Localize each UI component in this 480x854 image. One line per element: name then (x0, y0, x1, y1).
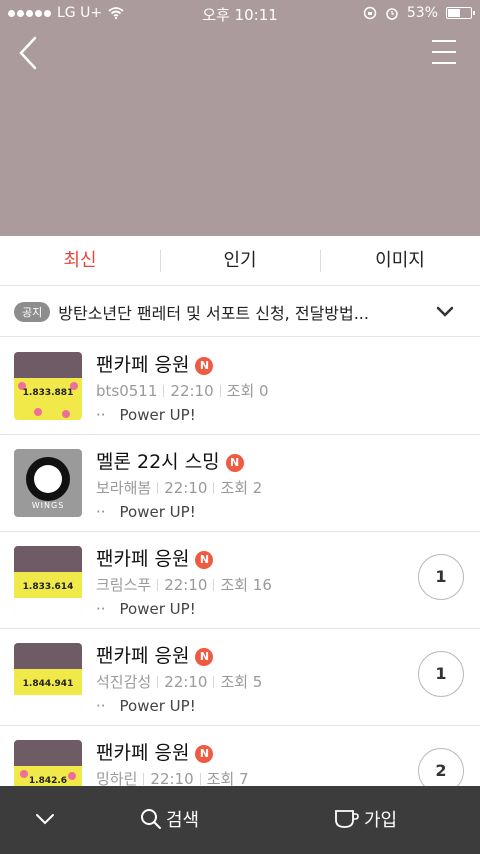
new-badge: N (225, 454, 244, 472)
tab-latest[interactable]: 최신 (0, 236, 160, 285)
post-snippet: ·· Power UP! (96, 697, 196, 715)
new-badge: N (195, 357, 214, 375)
post-views: 조회 16 (220, 576, 272, 594)
chevron-down-icon[interactable] (34, 812, 56, 826)
post-views: 조회 0 (226, 382, 269, 400)
post-time: 22:10 (164, 479, 208, 497)
thumbnail-count: 1.842.6 (28, 776, 68, 786)
notice-text: 방탄소년단 팬레터 및 서포트 신청, 전달방법... (58, 303, 369, 323)
tab-divider (160, 250, 161, 272)
post-author: 석진감성 (96, 673, 152, 691)
post-title: 팬카페 응원 N (96, 350, 214, 377)
thumbnail-count: 1.833.881 (22, 388, 74, 398)
post-views: 조회 7 (206, 770, 249, 786)
post-snippet: ·· Power UP! (96, 503, 196, 521)
status-right: 53% (363, 5, 475, 21)
battery-icon (446, 7, 475, 19)
post-meta: 석진감성 22:10 조회 5 (96, 671, 262, 692)
cup-icon (335, 810, 359, 828)
menu-button[interactable] (432, 40, 458, 66)
post-time: 22:10 (164, 576, 208, 594)
search-button[interactable]: 검색 (140, 806, 199, 832)
join-label: 가입 (364, 810, 398, 831)
post-title: 팬카페 응원 N (96, 641, 214, 668)
chevron-down-icon[interactable] (436, 305, 454, 319)
post-title: 팬카페 응원 N (96, 544, 214, 571)
post-views: 조회 5 (220, 673, 263, 691)
post-time: 22:10 (170, 382, 214, 400)
post-meta: 밍하린 22:10 조회 7 (96, 768, 249, 786)
back-button[interactable] (18, 36, 48, 72)
list-item[interactable]: 1.842.6 팬카페 응원 N 밍하린 22:10 조회 7 2 (0, 726, 480, 786)
post-thumbnail: 1.842.6 (14, 740, 82, 786)
post-author: 밍하린 (96, 770, 138, 786)
post-title: 팬카페 응원 N (96, 738, 214, 765)
post-views: 조회 2 (220, 479, 263, 497)
tab-images[interactable]: 이미지 (320, 236, 480, 285)
cafe-header: LG U+ 오후 10:11 53% (0, 0, 480, 236)
post-meta: 크림스푸 22:10 조회 16 (96, 574, 272, 595)
comment-count-button[interactable]: 1 (418, 554, 464, 600)
status-bar: LG U+ 오후 10:11 53% (0, 0, 480, 28)
battery-percent: 53% (406, 5, 438, 21)
search-label: 검색 (166, 810, 200, 831)
post-meta: 보라해봄 22:10 조회 2 (96, 477, 262, 498)
hamburger-icon (432, 40, 458, 64)
post-author: 크림스푸 (96, 576, 152, 594)
post-time: 22:10 (164, 673, 208, 691)
post-thumbnail: WINGS (14, 449, 82, 517)
post-title: 멜론 22시 스밍 N (96, 447, 244, 474)
notice-badge: 공지 (14, 301, 51, 322)
thumbnail-count: 1.833.614 (22, 582, 74, 592)
post-author: bts0511 (96, 382, 158, 400)
search-icon (141, 809, 161, 829)
tab-popular[interactable]: 인기 (160, 236, 320, 285)
list-item[interactable]: WINGS 멜론 22시 스밍 N 보라해봄 22:10 조회 2 ·· Power U… (0, 435, 480, 532)
comment-count-button[interactable]: 2 (418, 748, 464, 786)
post-thumbnail: 1.833.614 (14, 546, 82, 614)
join-button[interactable]: 가입 (334, 806, 397, 832)
new-badge: N (195, 648, 214, 666)
tab-bar: 최신 인기 이미지 (0, 236, 480, 286)
post-thumbnail: 1.844.941 (14, 643, 82, 711)
tab-divider (320, 250, 321, 272)
notice-row[interactable]: 공지 방탄소년단 팬레터 및 서포트 신청, 전달방법... (0, 287, 480, 337)
post-snippet: ·· Power UP! (96, 600, 196, 618)
post-meta: bts0511 22:10 조회 0 (96, 380, 269, 401)
post-time: 22:10 (150, 770, 194, 786)
post-snippet: ·· Power UP! (96, 406, 196, 424)
rotation-lock-icon (363, 6, 377, 20)
list-item[interactable]: 1.844.941 팬카페 응원 N 석진감성 22:10 조회 5 ·· Power … (0, 629, 480, 726)
new-badge: N (195, 745, 214, 763)
new-badge: N (195, 551, 214, 569)
thumbnail-count: 1.844.941 (22, 679, 74, 689)
post-author: 보라해봄 (96, 479, 152, 497)
post-thumbnail: 1.833.881 (14, 352, 82, 420)
bottom-toolbar: 검색 가입 (0, 786, 480, 854)
alarm-icon (386, 8, 398, 20)
chevron-left-icon (19, 36, 37, 70)
comment-count-button[interactable]: 1 (418, 651, 464, 697)
thumbnail-text: WINGS (31, 501, 65, 510)
list-item[interactable]: 1.833.614 팬카페 응원 N 크림스푸 22:10 조회 16 ·· Power… (0, 532, 480, 629)
list-item[interactable]: 1.833.881 팬카페 응원 N bts0511 22:10 조회 0 ·· Pow… (0, 338, 480, 435)
